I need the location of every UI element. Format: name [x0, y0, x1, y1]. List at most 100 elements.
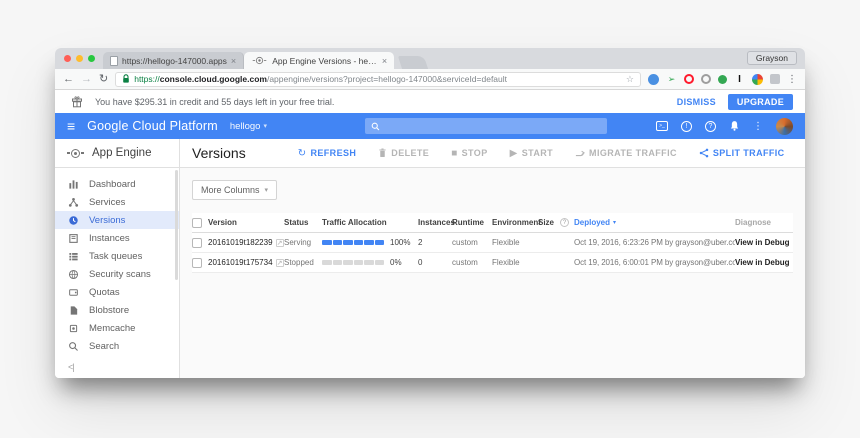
extension-icon-5[interactable]	[718, 74, 727, 84]
feedback-icon[interactable]: !	[681, 120, 692, 132]
refresh-icon: ↻	[297, 147, 307, 159]
extension-icon-1[interactable]	[648, 73, 659, 85]
close-window-button[interactable]	[64, 55, 71, 62]
split-traffic-icon	[699, 148, 709, 158]
chevron-down-icon: ▾	[264, 187, 269, 194]
collapse-sidebar-icon[interactable]: <|	[68, 362, 75, 372]
version-link[interactable]: 20161019t182239	[208, 238, 273, 247]
sidebar-scrollbar[interactable]	[175, 170, 178, 280]
gcp-brand[interactable]: Google Cloud Platform	[87, 119, 218, 133]
extension-icon-3[interactable]	[684, 74, 694, 84]
traffic-allocation-cell: 0%	[322, 258, 418, 267]
sidebar-item-services[interactable]: Services	[55, 193, 179, 211]
extensions-row: ➢ I ⋮	[648, 73, 797, 85]
size-help-icon[interactable]: ?	[560, 218, 569, 227]
stop-button[interactable]: ■ STOP	[451, 148, 487, 159]
project-selector[interactable]: hellogo ▾	[230, 121, 267, 132]
sidebar-item-memcache[interactable]: Memcache	[55, 319, 179, 337]
start-button[interactable]: ▶ START	[510, 148, 553, 159]
free-trial-banner: You have $295.31 in credit and 55 days l…	[55, 90, 805, 113]
browser-tab-app-engine-versions[interactable]: App Engine Versions - hellogo ×	[244, 52, 395, 69]
upgrade-button[interactable]: UPGRADE	[727, 93, 793, 110]
extension-icon-8[interactable]	[770, 74, 780, 84]
global-search-input[interactable]	[364, 118, 607, 134]
delete-button[interactable]: DELETE	[378, 148, 429, 158]
select-all-checkbox[interactable]	[192, 217, 202, 228]
table-header-row: Version Status Traffic Allocation Instan…	[192, 213, 793, 233]
environment-cell: Flexible	[492, 238, 520, 247]
col-runtime[interactable]: Runtime	[452, 218, 492, 227]
url-omnibox[interactable]: https://console.cloud.google.com/appengi…	[115, 71, 641, 87]
view-in-debug-link[interactable]: View in Debug	[735, 258, 793, 267]
sidebar-item-versions[interactable]: Versions	[55, 211, 179, 229]
extension-icon-2[interactable]: ➢	[666, 74, 677, 85]
back-icon[interactable]: ←	[63, 73, 74, 85]
traffic-percent: 0%	[390, 258, 402, 267]
col-size[interactable]: Size	[538, 218, 560, 227]
split-traffic-button[interactable]: SPLIT TRAFFIC	[699, 148, 785, 158]
extension-icon-7[interactable]	[752, 73, 763, 85]
sidebar-item-task-queues[interactable]: Task queues	[55, 247, 179, 265]
row-checkbox[interactable]	[192, 257, 202, 268]
tab-strip: https://hellogo-147000.apps × App Engine…	[55, 48, 805, 69]
app-engine-icon	[67, 148, 84, 158]
more-options-icon[interactable]: ⋮	[753, 121, 763, 132]
app-engine-favicon	[252, 56, 267, 65]
zoom-window-button[interactable]	[88, 55, 95, 62]
dismiss-button[interactable]: DISMISS	[677, 97, 716, 107]
trial-message: You have $295.31 in credit and 55 days l…	[95, 96, 335, 107]
close-tab-icon[interactable]: ×	[382, 56, 387, 66]
sidebar-item-quotas[interactable]: Quotas	[55, 283, 179, 301]
migrate-traffic-button[interactable]: MIGRATE TRAFFIC	[575, 148, 677, 158]
refresh-button[interactable]: ↻ REFRESH	[298, 148, 357, 159]
extension-icon-4[interactable]	[701, 74, 711, 84]
browser-menu-icon[interactable]: ⋮	[787, 74, 797, 85]
notifications-bell-icon[interactable]	[729, 120, 740, 132]
col-environment[interactable]: Environment	[492, 218, 541, 227]
help-icon[interactable]: ?	[705, 120, 716, 132]
forward-icon[interactable]: →	[81, 73, 92, 85]
open-in-new-icon[interactable]: ↗	[275, 258, 284, 267]
col-diagnose: Diagnose	[735, 218, 772, 227]
table-row-version-2[interactable]: 20161019t175734 ↗ Stopped 0% 0 custom Fl…	[192, 253, 793, 273]
product-switcher[interactable]: App Engine	[55, 139, 180, 167]
search-icon	[69, 341, 78, 351]
traffic-allocation-cell: 100%	[322, 238, 418, 247]
view-in-debug-link[interactable]: View in Debug	[735, 238, 793, 247]
open-in-new-icon[interactable]: ↗	[275, 238, 284, 247]
sidebar-item-search[interactable]: Search	[55, 337, 179, 355]
minimize-window-button[interactable]	[76, 55, 83, 62]
browser-profile-button[interactable]: Grayson	[746, 51, 797, 65]
col-instances[interactable]: Instances	[418, 218, 455, 227]
sidebar-item-dashboard[interactable]: Dashboard	[55, 175, 179, 193]
browser-tab-hellogo-app[interactable]: https://hellogo-147000.apps ×	[103, 52, 245, 69]
bookmark-star-icon[interactable]: ☆	[626, 74, 634, 85]
version-link[interactable]: 20161019t175734	[208, 258, 273, 267]
col-traffic[interactable]: Traffic Allocation	[322, 218, 418, 227]
sidebar-item-security-scans[interactable]: Security scans	[55, 265, 179, 283]
more-columns-button[interactable]: More Columns ▾	[192, 180, 278, 200]
table-row-version-1[interactable]: 20161019t182239 ↗ Serving 100% 2 custom …	[192, 233, 793, 253]
deployed-cell: Oct 19, 2016, 6:00:01 PM by grayson@uber…	[574, 258, 735, 267]
user-avatar[interactable]	[776, 117, 793, 135]
cloud-shell-icon[interactable]: >_	[656, 121, 668, 131]
versions-icon	[69, 215, 78, 225]
col-version[interactable]: Version	[208, 218, 284, 227]
sidebar-item-blobstore[interactable]: Blobstore	[55, 301, 179, 319]
status-cell: Stopped	[284, 258, 314, 267]
nav-menu-icon[interactable]: ≡	[67, 118, 75, 134]
new-tab-button[interactable]	[398, 56, 429, 69]
close-tab-icon[interactable]: ×	[231, 56, 236, 66]
versions-table: Version Status Traffic Allocation Instan…	[192, 213, 793, 273]
stop-icon: ■	[451, 147, 458, 159]
sidebar-item-instances[interactable]: Instances	[55, 229, 179, 247]
status-cell: Serving	[284, 238, 312, 247]
extension-icon-6[interactable]: I	[734, 74, 745, 85]
search-icon	[371, 122, 380, 130]
secure-lock-icon	[123, 74, 130, 83]
play-icon: ▶	[509, 147, 518, 159]
col-deployed-sorted[interactable]: Deployed ▾	[574, 218, 735, 227]
reload-icon[interactable]: ↻	[99, 73, 108, 85]
col-status[interactable]: Status	[284, 218, 322, 227]
row-checkbox[interactable]	[192, 237, 202, 248]
